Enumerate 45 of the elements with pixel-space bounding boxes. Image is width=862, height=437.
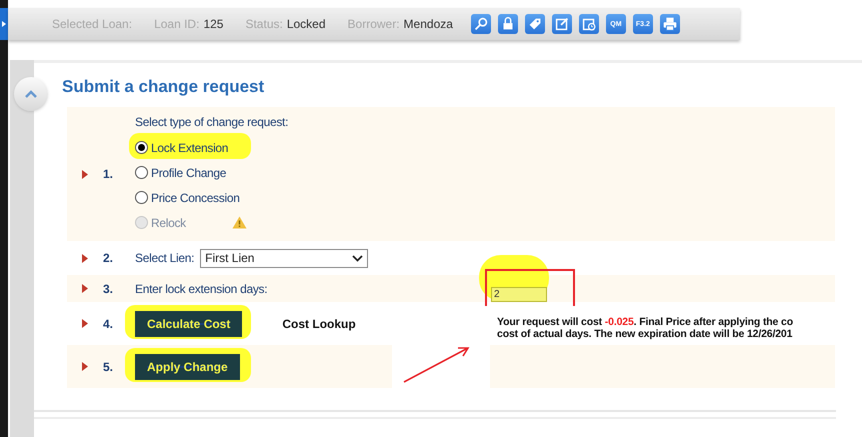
toolbar-button[interactable]	[498, 14, 518, 34]
group-label: Select type of change request:	[135, 114, 288, 131]
arrow-icon	[82, 319, 88, 328]
arrow-icon	[82, 362, 88, 371]
collapse-button[interactable]	[14, 77, 48, 111]
field-value: Mendoza	[404, 16, 453, 33]
toolbar-button[interactable]	[578, 14, 599, 34]
toolbar-button[interactable]	[660, 14, 680, 34]
cost-lookup-label: Cost Lookup	[282, 316, 356, 332]
option-label: Price Concession	[151, 190, 240, 206]
selected-loan-label: Selected Loan:	[52, 16, 132, 33]
radio-button[interactable]	[135, 166, 148, 179]
step-number: 2.	[103, 250, 114, 267]
toolbar-button[interactable]	[552, 14, 572, 34]
option-label: Relock	[151, 214, 186, 232]
option-label: Lock Extension	[151, 140, 228, 156]
radio-button[interactable]	[135, 191, 148, 204]
arrow-icon	[82, 284, 88, 293]
section-title: Submit a change request	[62, 77, 266, 97]
field-label: Select Lien:	[135, 250, 194, 267]
action-button[interactable]: Calculate Cost	[135, 310, 242, 336]
field-label: Status:	[245, 16, 283, 33]
days-input[interactable]: 2	[491, 287, 547, 302]
field-label: Enter lock extension days:	[135, 280, 268, 298]
action-button[interactable]: Apply Change	[135, 354, 240, 380]
arrow-icon	[82, 254, 88, 262]
field-label: Loan ID:	[154, 16, 200, 33]
toolbar-button[interactable]	[470, 14, 491, 34]
cost-message: Your request will cost -0.025. Final Price after applying the co cost of actual days. The new expiration date will be 12/26/201	[497, 316, 793, 340]
step-number: 5.	[103, 358, 114, 376]
printer-icon	[660, 15, 679, 33]
lien-select[interactable]: First Lien	[200, 248, 368, 268]
field-value: Locked	[286, 16, 326, 33]
field-label: Borrower:	[348, 16, 400, 33]
chevron-icon	[24, 89, 38, 99]
step-number: 4.	[103, 316, 114, 332]
annotation-arrow	[402, 344, 472, 384]
step-number: 1.	[103, 166, 114, 183]
expand-tab[interactable]	[0, 8, 8, 40]
toolbar-button[interactable]	[524, 14, 545, 34]
step-number: 3.	[103, 280, 114, 298]
field-value: 125	[203, 16, 224, 33]
arrow-icon	[82, 170, 88, 178]
chevron-down-icon	[352, 254, 364, 262]
option-label: Profile Change	[151, 164, 226, 182]
